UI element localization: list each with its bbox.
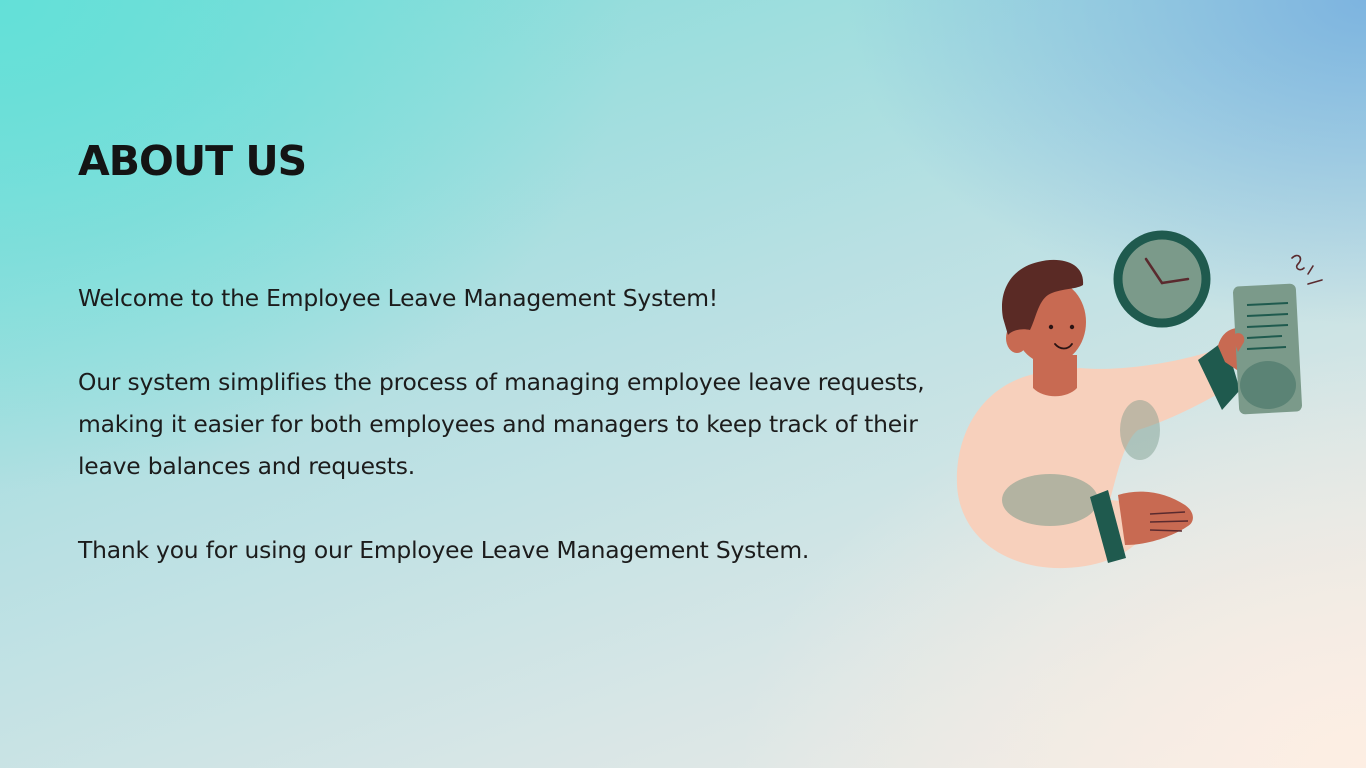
thanks-text: Thank you for using our Employee Leave M…	[78, 536, 810, 564]
person-holding-document-with-clock-illustration	[956, 230, 1323, 569]
page-title: ABOUT US	[78, 137, 307, 185]
sparkle-marks	[1291, 254, 1323, 285]
description-text: Our system simplifies the process of man…	[78, 368, 925, 480]
clock-icon	[1113, 230, 1211, 328]
welcome-text: Welcome to the Employee Leave Management…	[78, 284, 718, 312]
person-figure	[956, 259, 1250, 569]
document-icon	[1232, 283, 1302, 415]
